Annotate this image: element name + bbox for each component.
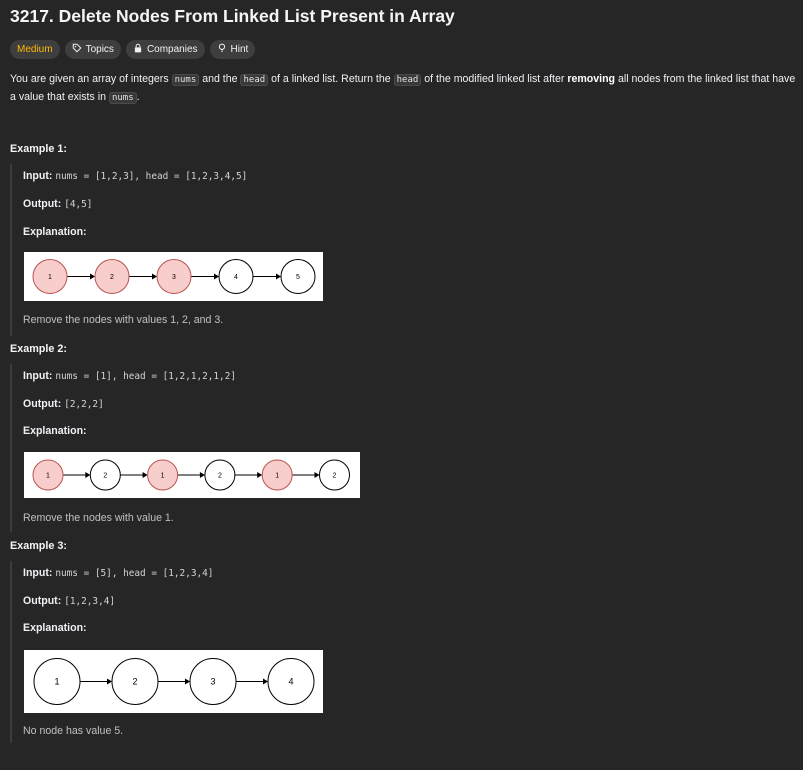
arrow-head-icon bbox=[276, 273, 281, 280]
example-1-block: Input: nums = [1,2,3], head = [1,2,3,4,5… bbox=[10, 164, 802, 336]
example-3-explanation: Explanation: bbox=[23, 622, 87, 634]
node-value: 1 bbox=[275, 472, 279, 479]
bold-text: removing bbox=[567, 73, 616, 85]
arrow-head-icon bbox=[90, 273, 95, 280]
example-2-output: Output: [2,2,2] bbox=[23, 398, 104, 410]
tag-bar: Medium Topics Companies Hint bbox=[10, 40, 256, 59]
topics-tag[interactable]: Topics bbox=[64, 40, 121, 59]
arrow-head-icon bbox=[152, 273, 157, 280]
topics-label: Topics bbox=[85, 44, 114, 55]
node-value: 4 bbox=[234, 274, 238, 281]
arrow-head-icon bbox=[185, 678, 190, 685]
example-1-note: Remove the nodes with values 1, 2, and 3… bbox=[23, 314, 224, 326]
example-1-title: Example 1: bbox=[10, 143, 68, 155]
arrow-head-icon bbox=[257, 472, 263, 478]
node-value: 3 bbox=[210, 677, 215, 687]
arrow-head-icon bbox=[263, 678, 268, 685]
example-3-block: Input: nums = [5], head = [1,2,3,4] Outp… bbox=[10, 561, 802, 743]
example-3-title: Example 3: bbox=[10, 540, 68, 552]
arrow-head-icon bbox=[85, 472, 91, 478]
linked-list-diagram: 1 2 3 4 bbox=[33, 658, 315, 705]
node-value: 1 bbox=[161, 472, 165, 479]
node-value: 2 bbox=[110, 274, 114, 281]
example-1-diagram: 1 2 3 4 5 bbox=[24, 252, 323, 301]
example-2-explanation: Explanation: bbox=[23, 425, 87, 437]
lock-icon bbox=[133, 43, 143, 56]
inline-code: nums bbox=[171, 74, 200, 86]
example-3-note: No node has value 5. bbox=[23, 725, 124, 737]
example-3-input: Input: nums = [5], head = [1,2,3,4] bbox=[23, 567, 214, 579]
example-2-title: Example 2: bbox=[10, 343, 68, 355]
node-value: 2 bbox=[132, 677, 137, 687]
tag-icon bbox=[72, 43, 82, 56]
example-1-input: Input: nums = [1,2,3], head = [1,2,3,4,5… bbox=[23, 170, 248, 182]
example-2-input: Input: nums = [1], head = [1,2,1,2,1,2] bbox=[23, 370, 236, 382]
linked-list-diagram: 1 2 1 2 1 2 bbox=[32, 459, 350, 491]
node-value: 2 bbox=[103, 472, 107, 479]
linked-list-diagram: 1 2 3 4 5 bbox=[32, 259, 316, 294]
arrow-head-icon bbox=[107, 678, 112, 685]
inline-code: head bbox=[240, 74, 269, 86]
example-3-output: Output: [1,2,3,4] bbox=[23, 595, 116, 607]
example-1-output: Output: [4,5] bbox=[23, 198, 93, 210]
problem-title: 3217. Delete Nodes From Linked List Pres… bbox=[10, 6, 455, 26]
example-2-block: Input: nums = [1], head = [1,2,1,2,1,2] … bbox=[10, 364, 802, 532]
node-value: 4 bbox=[288, 677, 293, 687]
inline-code: nums bbox=[108, 92, 137, 104]
node-value: 2 bbox=[218, 472, 222, 479]
difficulty-badge[interactable]: Medium bbox=[10, 40, 60, 59]
node-value: 3 bbox=[172, 274, 176, 281]
hint-tag[interactable]: Hint bbox=[209, 40, 256, 59]
arrow-head-icon bbox=[314, 472, 320, 478]
node-value: 2 bbox=[333, 472, 337, 479]
example-3-diagram: 1 2 3 4 bbox=[24, 650, 323, 713]
node-value: 1 bbox=[54, 677, 59, 687]
node-value: 5 bbox=[296, 274, 300, 281]
companies-tag[interactable]: Companies bbox=[125, 40, 205, 59]
node-value: 1 bbox=[46, 472, 50, 479]
arrow-head-icon bbox=[199, 472, 205, 478]
example-1-explanation: Explanation: bbox=[23, 226, 87, 238]
problem-description: You are given an array of integers nums … bbox=[10, 73, 796, 104]
node-value: 1 bbox=[48, 274, 52, 281]
example-2-note: Remove the nodes with value 1. bbox=[23, 512, 174, 524]
arrow-head-icon bbox=[142, 472, 148, 478]
arrow-head-icon bbox=[214, 273, 219, 280]
inline-code: head bbox=[393, 74, 422, 86]
lightbulb-icon bbox=[217, 43, 227, 56]
example-2-diagram: 1 2 1 2 1 2 bbox=[24, 452, 360, 498]
companies-label: Companies bbox=[146, 44, 198, 55]
hint-label: Hint bbox=[230, 44, 249, 55]
